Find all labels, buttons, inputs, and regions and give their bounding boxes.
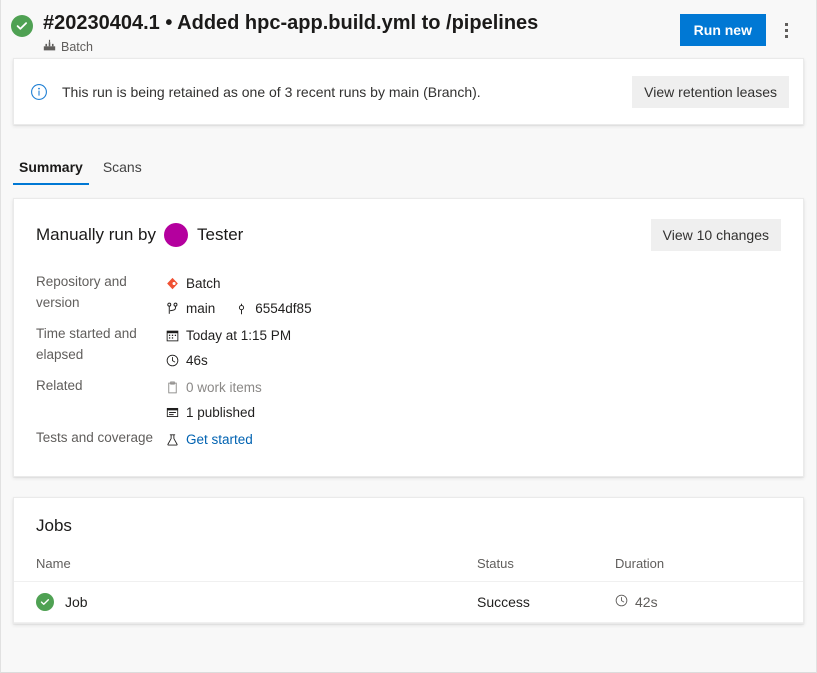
clock-icon <box>615 594 628 610</box>
duration-wrapper: 42s <box>615 594 795 610</box>
repository-line[interactable]: Batch <box>164 271 781 296</box>
elapsed-line: 46s <box>164 348 781 373</box>
tab-bar: Summary Scans <box>1 145 816 185</box>
branch-icon <box>164 302 180 316</box>
run-status-success-check-icon <box>11 15 33 37</box>
detail-values: Get started <box>164 427 781 452</box>
detail-label: Related <box>36 378 83 393</box>
detail-label: Tests and coverage <box>36 430 154 445</box>
artifact-icon <box>164 406 180 419</box>
header-actions: Run new <box>679 14 802 46</box>
commit-icon <box>233 302 249 316</box>
job-duration-label: 42s <box>635 594 658 610</box>
azure-repos-icon <box>164 277 180 290</box>
jobs-table-header-row: Name Status Duration <box>14 550 803 582</box>
detail-row-repository: Repository and version Batch main 6554df… <box>36 271 781 321</box>
run-by-user-label: Tester <box>197 225 244 244</box>
pipeline-name-label: Batch <box>61 40 93 54</box>
job-name-cell: Job <box>14 581 477 623</box>
table-row[interactable]: Job Success 42s <box>14 581 803 623</box>
version-line[interactable]: main 6554df85 <box>164 296 781 321</box>
work-items-line[interactable]: 0 work items <box>164 375 781 400</box>
start-time-line: Today at 1:15 PM <box>164 323 781 348</box>
kebab-dot <box>784 22 788 26</box>
published-artifacts-label: 1 published <box>186 405 256 420</box>
clock-icon <box>164 354 180 367</box>
branch-name-label: main <box>186 301 216 316</box>
published-artifacts-line[interactable]: 1 published <box>164 400 781 425</box>
detail-label: Repository and version <box>36 274 127 310</box>
column-header-status: Status <box>477 550 615 582</box>
detail-row-tests: Tests and coverage Get started <box>36 427 781 452</box>
detail-row-related: Related 0 work items 1 published <box>36 375 781 425</box>
run-details: Repository and version Batch main 6554df… <box>36 271 781 452</box>
job-status-success-check-icon <box>36 593 54 611</box>
kebab-dot <box>784 34 788 38</box>
summary-header: Manually run by Tester View 10 changes <box>36 219 781 251</box>
detail-row-time: Time started and elapsed Today at 1:15 P… <box>36 323 781 373</box>
jobs-section-title: Jobs <box>36 516 72 535</box>
tests-line[interactable]: Get started <box>164 427 781 452</box>
run-by-block: Manually run by Tester <box>36 223 243 247</box>
jobs-table: Name Status Duration Job Success 42s <box>14 550 803 623</box>
pipeline-run-page: #20230404.1 • Added hpc-app.build.yml to… <box>0 0 817 673</box>
job-name-label: Job <box>65 594 88 610</box>
pipeline-icon <box>43 39 56 55</box>
summary-card: Manually run by Tester View 10 changes R… <box>13 198 804 477</box>
view-changes-button[interactable]: View 10 changes <box>650 219 781 251</box>
repository-name-label: Batch <box>186 276 221 291</box>
view-retention-leases-button[interactable]: View retention leases <box>632 75 789 108</box>
retention-message: This run is being retained as one of 3 r… <box>62 83 481 100</box>
kebab-menu-icon[interactable] <box>770 14 802 46</box>
job-name-wrapper: Job <box>36 593 469 611</box>
tab-summary[interactable]: Summary <box>13 151 89 185</box>
info-icon <box>30 83 48 101</box>
column-header-duration: Duration <box>615 550 803 582</box>
title-block: #20230404.1 • Added hpc-app.build.yml to… <box>43 10 680 55</box>
tests-get-started-link[interactable]: Get started <box>186 427 253 452</box>
calendar-icon <box>164 329 180 342</box>
run-by-prefix-label: Manually run by <box>36 225 157 244</box>
avatar <box>164 223 189 247</box>
pipeline-subtitle: Batch <box>43 39 680 55</box>
work-item-icon <box>164 381 180 394</box>
commit-hash-label: 6554df85 <box>255 301 312 316</box>
detail-label: Time started and elapsed <box>36 326 137 362</box>
elapsed-label: 46s <box>186 353 208 368</box>
job-duration-cell: 42s <box>615 581 803 623</box>
tab-scans[interactable]: Scans <box>97 151 148 185</box>
start-time-label: Today at 1:15 PM <box>186 328 292 343</box>
detail-values: Batch main 6554df85 <box>164 271 781 321</box>
jobs-card: Jobs Name Status Duration Job Success 42… <box>13 497 804 624</box>
retention-banner: This run is being retained as one of 3 r… <box>13 58 804 125</box>
job-status-cell: Success <box>477 581 615 623</box>
column-header-name: Name <box>14 550 477 582</box>
run-new-button[interactable]: Run new <box>679 14 766 46</box>
test-flask-icon <box>164 433 180 447</box>
page-title: #20230404.1 • Added hpc-app.build.yml to… <box>43 12 539 34</box>
work-items-label: 0 work items <box>186 380 262 395</box>
kebab-dot <box>784 28 788 32</box>
page-header: #20230404.1 • Added hpc-app.build.yml to… <box>1 0 816 58</box>
detail-values: Today at 1:15 PM 46s <box>164 323 781 373</box>
detail-values: 0 work items 1 published <box>164 375 781 425</box>
